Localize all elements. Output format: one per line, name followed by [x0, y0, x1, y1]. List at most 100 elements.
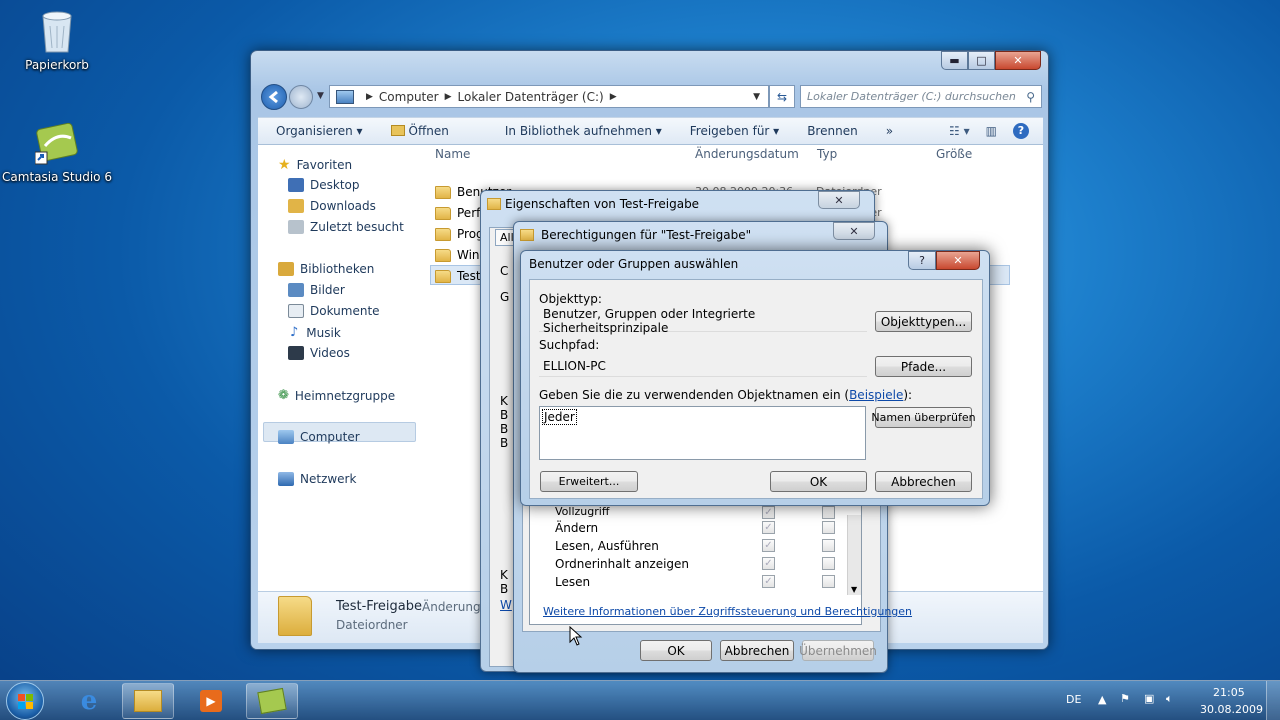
fragment-text: B	[500, 582, 509, 596]
nav-favorites[interactable]: ★ Favoriten	[278, 157, 352, 173]
address-bar[interactable]: ▶ Computer ▶ Lokaler Datenträger (C:) ▶ …	[329, 85, 769, 108]
deny-checkbox[interactable]	[822, 575, 835, 588]
paths-button[interactable]: Pfade...	[875, 356, 972, 377]
more-commands-button[interactable]: »	[886, 124, 893, 138]
preview-pane-icon[interactable]: ▥	[986, 124, 997, 138]
start-button[interactable]	[6, 682, 44, 720]
taskbar-media-player[interactable]: ▶	[185, 683, 237, 719]
close-button[interactable]: ✕	[818, 191, 860, 209]
downloads-folder-icon	[288, 199, 304, 213]
allow-checkbox[interactable]: ✓	[762, 506, 775, 519]
permissions-scrollbar[interactable]	[847, 515, 861, 595]
maximize-button[interactable]: □	[968, 51, 995, 70]
network-icon[interactable]: ▣	[1144, 692, 1154, 705]
examples-link[interactable]: Beispiele	[849, 388, 903, 402]
language-indicator[interactable]: DE	[1066, 693, 1081, 706]
recent-places-icon	[288, 220, 304, 234]
cancel-button[interactable]: Abbrechen	[875, 471, 972, 492]
dialog-title: Eigenschaften von Test-Freigabe	[505, 197, 700, 211]
deny-checkbox[interactable]	[822, 539, 835, 552]
folder-icon	[435, 206, 451, 220]
search-input[interactable]: Lokaler Datenträger (C:) durchsuchen ⚲	[800, 85, 1042, 108]
nav-homegroup[interactable]: ❁ Heimnetzgruppe	[278, 388, 395, 403]
nav-videos[interactable]: Videos	[288, 346, 350, 360]
computer-icon	[336, 89, 354, 104]
recent-pages-dropdown[interactable]: ▼	[317, 91, 324, 101]
dialog-title: Benutzer oder Gruppen auswählen	[529, 257, 739, 271]
share-with-button[interactable]: Freigeben für ▾	[690, 124, 779, 138]
object-types-button[interactable]: Objekttypen...	[875, 311, 972, 332]
nav-recent[interactable]: Zuletzt besucht	[288, 220, 404, 234]
nav-music[interactable]: ♪ Musik	[288, 325, 341, 340]
view-options-icon[interactable]: ☷ ▾	[949, 124, 970, 138]
star-icon: ★	[278, 157, 291, 173]
access-control-info-link[interactable]: Weitere Informationen über Zugriffssteue…	[543, 605, 912, 618]
volume-icon[interactable]: 🔈︎	[1166, 692, 1173, 706]
taskbar-camtasia[interactable]	[246, 683, 298, 719]
show-desktop-button[interactable]	[1266, 681, 1280, 720]
deny-checkbox[interactable]	[822, 506, 835, 519]
taskbar-explorer[interactable]	[122, 683, 174, 719]
clock-time[interactable]: 21:05	[1213, 686, 1245, 699]
minimize-button[interactable]: ▬	[941, 51, 968, 70]
check-names-button[interactable]: Namen überprüfen	[871, 407, 976, 428]
allow-checkbox[interactable]: ✓	[762, 521, 775, 534]
action-center-flag-icon[interactable]: ⚑	[1120, 692, 1130, 705]
scroll-down-icon[interactable]: ▼	[851, 585, 857, 594]
refresh-button[interactable]: ⇆	[769, 85, 795, 108]
folder-icon	[520, 229, 534, 241]
add-to-library-button[interactable]: In Bibliothek aufnehmen ▾	[505, 124, 662, 138]
object-names-input[interactable]: Jeder	[539, 406, 866, 460]
help-button[interactable]: ?	[908, 251, 936, 270]
deny-checkbox[interactable]	[822, 557, 835, 570]
close-button[interactable]: ✕	[936, 251, 980, 270]
column-size[interactable]: Größe	[936, 147, 972, 161]
folder-open-icon	[390, 125, 405, 136]
object-names-value: Jeder	[542, 409, 577, 425]
nav-computer[interactable]: Computer	[278, 430, 360, 444]
nav-network[interactable]: Netzwerk	[278, 472, 356, 486]
cancel-button[interactable]: Abbrechen	[720, 640, 794, 661]
select-users-panel: Objekttyp: Benutzer, Gruppen oder Integr…	[529, 279, 983, 499]
videos-library-icon	[288, 346, 304, 360]
deny-checkbox[interactable]	[822, 521, 835, 534]
back-button[interactable]	[261, 84, 287, 110]
ok-button[interactable]: OK	[770, 471, 867, 492]
desktop-icon-recycle-bin[interactable]: Papierkorb	[2, 8, 112, 72]
apply-button[interactable]: Übernehmen	[799, 640, 877, 661]
nav-libraries[interactable]: Bibliotheken	[278, 262, 374, 276]
nav-desktop[interactable]: Desktop	[288, 178, 360, 192]
breadcrumb-drive[interactable]: Lokaler Datenträger (C:)	[458, 90, 604, 104]
column-date[interactable]: Änderungsdatum	[695, 147, 799, 161]
show-hidden-icons[interactable]: ▲	[1098, 693, 1106, 706]
close-button[interactable]: ✕	[833, 222, 875, 240]
forward-button[interactable]	[289, 85, 313, 109]
nav-downloads[interactable]: Downloads	[288, 199, 376, 213]
libraries-icon	[278, 262, 294, 276]
file-row[interactable]: Wind	[428, 248, 487, 262]
close-button[interactable]: ✕	[995, 51, 1041, 70]
allow-checkbox[interactable]: ✓	[762, 575, 775, 588]
breadcrumb-computer[interactable]: Computer	[379, 90, 439, 104]
file-row-selected[interactable]: Test	[428, 269, 481, 283]
address-dropdown-icon[interactable]: ▼	[753, 92, 760, 102]
allow-checkbox[interactable]: ✓	[762, 539, 775, 552]
allow-checkbox[interactable]: ✓	[762, 557, 775, 570]
clock-date[interactable]: 30.08.2009	[1200, 703, 1263, 716]
nav-documents[interactable]: Dokumente	[288, 304, 380, 318]
column-name[interactable]: Name	[435, 147, 470, 161]
column-type[interactable]: Typ	[817, 147, 837, 161]
file-row[interactable]: Prog	[428, 227, 484, 241]
organize-button[interactable]: Organisieren ▾	[276, 124, 363, 138]
desktop-icon-camtasia[interactable]: Camtasia Studio 6	[2, 122, 112, 184]
advanced-button[interactable]: Erweitert...	[540, 471, 638, 492]
open-button[interactable]: Öffnen	[390, 124, 477, 138]
ok-button[interactable]: OK	[640, 640, 712, 661]
burn-button[interactable]: Brennen	[807, 124, 857, 138]
fragment-link[interactable]: W	[500, 598, 512, 612]
file-row[interactable]: Perf	[428, 206, 480, 220]
nav-pictures[interactable]: Bilder	[288, 283, 345, 297]
details-type: Dateiordner	[336, 618, 408, 632]
help-icon[interactable]: ?	[1013, 123, 1029, 139]
taskbar-internet-explorer[interactable]: e	[63, 683, 115, 719]
